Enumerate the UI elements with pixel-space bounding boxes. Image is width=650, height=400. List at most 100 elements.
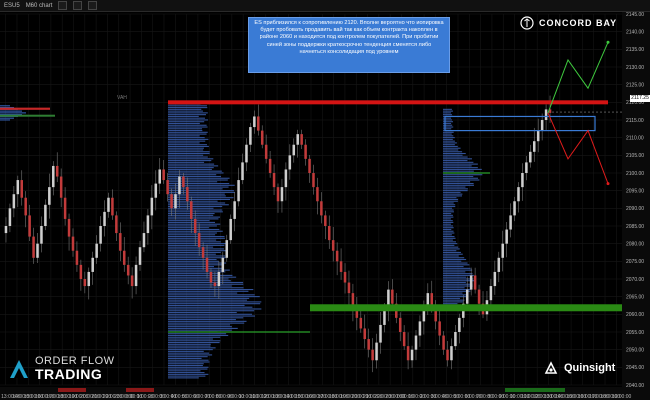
orderflow-line2: TRADING — [35, 366, 103, 382]
candle-body — [339, 261, 343, 272]
profile-bar — [168, 313, 253, 315]
profile-bar — [168, 161, 205, 163]
profile-bar — [168, 296, 260, 298]
profile-bar — [168, 276, 237, 278]
x-tick-label: 19:00:00 — [612, 394, 632, 400]
candle-body — [343, 271, 347, 283]
candle-body — [52, 165, 55, 188]
candle-body — [454, 332, 457, 347]
profile-bar — [168, 333, 227, 335]
candle-body — [300, 134, 303, 145]
candle-body — [304, 144, 307, 159]
profile-bar — [443, 221, 454, 223]
profile-bar — [168, 140, 206, 142]
volume-node-zone — [310, 304, 622, 312]
profile-bar — [443, 214, 453, 216]
profile-bar — [443, 195, 463, 197]
profile-bar — [168, 131, 208, 133]
timeframe-selector[interactable]: M60 chart — [26, 3, 53, 9]
profile-bar — [168, 232, 217, 234]
y-tick-label: 2085.00 — [626, 224, 644, 230]
candle-body — [16, 180, 20, 195]
profile-bar — [443, 175, 474, 178]
profile-bar — [168, 297, 250, 299]
candle-body — [142, 233, 146, 248]
y-tick-label: 2080.00 — [626, 241, 644, 247]
profile-bar — [443, 209, 454, 211]
profile-bar — [443, 110, 453, 112]
profile-bar — [168, 285, 232, 287]
y-tick-label: 2140.00 — [626, 29, 644, 35]
candle-body — [205, 257, 209, 272]
candle-body — [217, 271, 221, 287]
candle-body — [237, 180, 240, 202]
candle-body — [398, 317, 402, 332]
candle-body — [201, 247, 205, 258]
profile-bar — [168, 359, 209, 361]
profile-bar — [168, 361, 210, 363]
profile-bar — [168, 377, 199, 379]
profile-bar — [0, 117, 14, 119]
profile-bar — [443, 135, 454, 137]
profile-bar — [168, 216, 221, 218]
quinsight-text: Quinsight — [564, 362, 616, 374]
profile-bar — [168, 343, 211, 345]
candle-body — [20, 180, 24, 198]
profile-bar — [168, 375, 206, 377]
profile-bar — [443, 138, 453, 140]
profile-bar — [168, 248, 225, 250]
symbol-selector[interactable]: ESU5 — [4, 3, 20, 9]
toolbar-button-1[interactable] — [58, 1, 68, 10]
profile-bar — [168, 347, 216, 349]
profile-bar — [443, 205, 456, 208]
candle-body — [276, 187, 280, 202]
toolbar-button-2[interactable] — [73, 1, 83, 10]
profile-bar — [168, 306, 253, 308]
profile-bar — [168, 292, 238, 294]
profile-bar — [443, 193, 463, 195]
candle-body — [272, 173, 276, 188]
profile-bar — [168, 220, 210, 222]
profile-bar — [168, 267, 224, 269]
candle-body — [264, 144, 268, 159]
profile-bar — [443, 220, 453, 222]
profile-bar — [443, 117, 452, 119]
profile-bar — [168, 354, 213, 356]
profile-bar — [443, 114, 452, 116]
profile-bar — [443, 228, 452, 231]
profile-bar — [443, 283, 473, 285]
candle-body — [544, 109, 548, 120]
profile-bar — [168, 304, 245, 306]
orderflow-trading-logo: ORDER FLOW TRADING — [8, 356, 115, 381]
candle-body — [245, 144, 248, 163]
profile-bar — [443, 280, 474, 282]
profile-bar — [168, 135, 200, 137]
profile-bar — [443, 281, 466, 284]
candle-body — [536, 130, 540, 142]
profile-bar — [168, 290, 249, 292]
candle-body — [63, 197, 67, 219]
candle-body — [493, 271, 497, 287]
profile-bar — [168, 356, 208, 358]
profile-bar — [168, 336, 221, 338]
profile-bar — [168, 262, 227, 264]
candle-body — [229, 218, 232, 241]
profile-bar — [168, 137, 205, 139]
profile-bar — [168, 225, 217, 227]
profile-bar — [443, 137, 455, 139]
profile-bar — [168, 340, 221, 342]
candle-body — [517, 187, 520, 202]
profile-bar — [168, 303, 261, 305]
candle-body — [308, 158, 311, 173]
toolbar-button-3[interactable] — [88, 1, 98, 10]
candle-body — [166, 180, 169, 195]
candle-body — [91, 257, 94, 272]
candle-body — [79, 264, 83, 279]
profile-bar — [168, 301, 262, 303]
profile-bar — [443, 287, 465, 289]
profile-bar — [168, 271, 226, 273]
profile-bar — [443, 198, 459, 200]
profile-bar — [168, 243, 228, 245]
profile-bar — [443, 299, 465, 301]
profile-bar — [168, 257, 226, 259]
